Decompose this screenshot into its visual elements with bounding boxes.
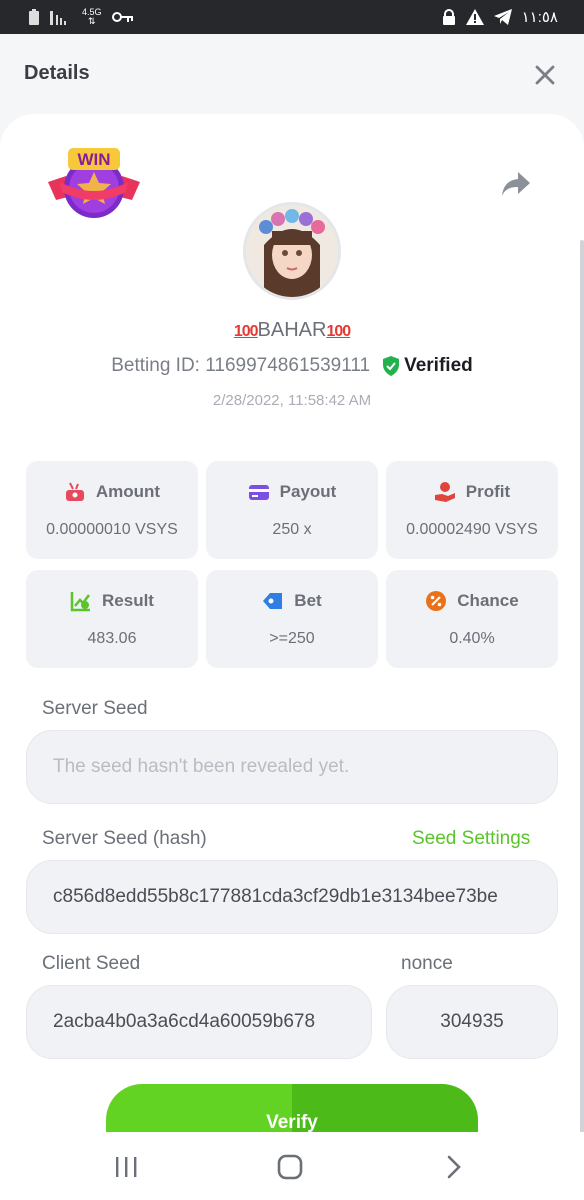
- stat-tile-profit: Profit 0.00002490 VSYS: [386, 461, 558, 559]
- recent-apps-icon: [116, 1157, 137, 1177]
- stat-tile-header: Bet: [206, 590, 378, 612]
- stat-label: Payout: [279, 482, 337, 501]
- clock: ١١:٥٨: [521, 9, 558, 26]
- verified-shield-icon: [383, 356, 400, 376]
- back-chevron-icon: [447, 1155, 461, 1179]
- stat-label: Bet: [294, 591, 322, 610]
- client-seed-field[interactable]: [26, 985, 372, 1059]
- amount-icon: [65, 482, 84, 501]
- key-icon: [111, 12, 133, 22]
- bet-timestamp: 2/28/2022, 11:58:42 AM: [212, 392, 372, 409]
- server-seed-field[interactable]: [26, 730, 558, 804]
- server-seed-hash-label: Server Seed (hash): [42, 828, 207, 849]
- status-bar: 4.5G ⇅ ١١:٥٨: [0, 0, 584, 34]
- share-button[interactable]: [500, 170, 532, 198]
- server-seed-input[interactable]: [53, 756, 531, 778]
- system-nav-bar: [0, 1132, 584, 1200]
- battery-icon: [29, 9, 39, 25]
- percent-icon: [426, 591, 447, 611]
- share-icon: [502, 172, 530, 196]
- stat-value: 483.06: [87, 630, 137, 647]
- telegram-icon: [493, 9, 512, 25]
- status-right: ١١:٥٨: [442, 8, 558, 26]
- betting-id-row: Betting ID: 1169974861539111 Verified: [0, 355, 584, 377]
- client-seed-input[interactable]: [53, 1011, 345, 1033]
- warning-icon: [465, 9, 484, 25]
- stat-label: Profit: [465, 482, 511, 501]
- stat-tile-header: Result: [26, 590, 198, 612]
- stat-tile-header: Chance: [386, 590, 558, 612]
- stat-tile-amount: Amount 0.00000010 VSYS: [26, 461, 198, 559]
- client-seed-label: Client Seed: [42, 953, 141, 974]
- stat-value: 250 x: [272, 521, 312, 538]
- win-badge-label: WIN: [77, 150, 110, 169]
- nonce-field[interactable]: [386, 985, 558, 1059]
- username-text: BAHAR: [257, 319, 327, 341]
- stat-tile-chance: Chance 0.40%: [386, 570, 558, 668]
- data-arrows-icon: ⇅: [87, 16, 96, 26]
- stat-label: Result: [102, 591, 154, 610]
- details-header: Details: [0, 34, 584, 114]
- nonce-label: nonce: [401, 953, 453, 974]
- win-badge: WIN: [48, 148, 140, 218]
- stat-tile-header: Amount: [26, 481, 198, 503]
- scrollbar[interactable]: [580, 240, 584, 1132]
- recent-apps-button[interactable]: [106, 1154, 146, 1180]
- username: 100BAHAR100: [0, 319, 584, 342]
- avatar-image: [246, 205, 338, 297]
- stat-value: >=250: [269, 630, 315, 647]
- stat-tile-result: Result 483.06: [26, 570, 198, 668]
- hundred-emoji: 100: [233, 323, 259, 340]
- signal-icon: [50, 11, 66, 25]
- hundred-emoji: 100: [326, 323, 351, 340]
- nonce-input[interactable]: [397, 1011, 547, 1033]
- lock-icon: [442, 9, 455, 25]
- seed-settings-link[interactable]: Seed Settings: [412, 828, 530, 850]
- home-button[interactable]: [270, 1154, 310, 1180]
- close-icon: [535, 65, 555, 85]
- card-icon: [248, 485, 269, 500]
- stat-tile-bet: Bet >=250: [206, 570, 378, 668]
- stat-value: 0.00002490 VSYS: [406, 521, 538, 538]
- stat-tile-header: Profit: [386, 481, 558, 503]
- stat-value: 0.00000010 VSYS: [46, 521, 178, 538]
- back-button[interactable]: [434, 1154, 474, 1180]
- server-seed-hash-input[interactable]: [53, 886, 531, 908]
- close-button[interactable]: [532, 62, 558, 88]
- stat-tile-header: Payout: [206, 481, 378, 503]
- betting-id-value: 1169974861539111: [205, 355, 371, 376]
- stat-tile-payout: Payout 250 x: [206, 461, 378, 559]
- stat-label: Chance: [457, 591, 519, 610]
- status-left: 4.5G ⇅: [28, 8, 134, 26]
- hand-coin-icon: [434, 482, 455, 502]
- tag-icon: [263, 593, 283, 609]
- server-seed-hash-field[interactable]: [26, 860, 558, 934]
- home-icon: [277, 1154, 303, 1180]
- network-type: 4.5G ⇅: [82, 8, 102, 26]
- stat-value: 0.40%: [449, 630, 495, 647]
- betting-id-label: Betting ID:: [111, 355, 200, 376]
- server-seed-label: Server Seed: [42, 698, 148, 719]
- page-title: Details: [24, 62, 90, 84]
- stat-label: Amount: [95, 482, 161, 501]
- avatar: [243, 202, 341, 300]
- chart-icon: [70, 592, 91, 612]
- details-card: WIN 100BAHAR100 Betting ID: 116997486153…: [0, 114, 584, 1132]
- verify-button[interactable]: Verify: [106, 1084, 478, 1132]
- verified-label: Verified: [404, 355, 473, 376]
